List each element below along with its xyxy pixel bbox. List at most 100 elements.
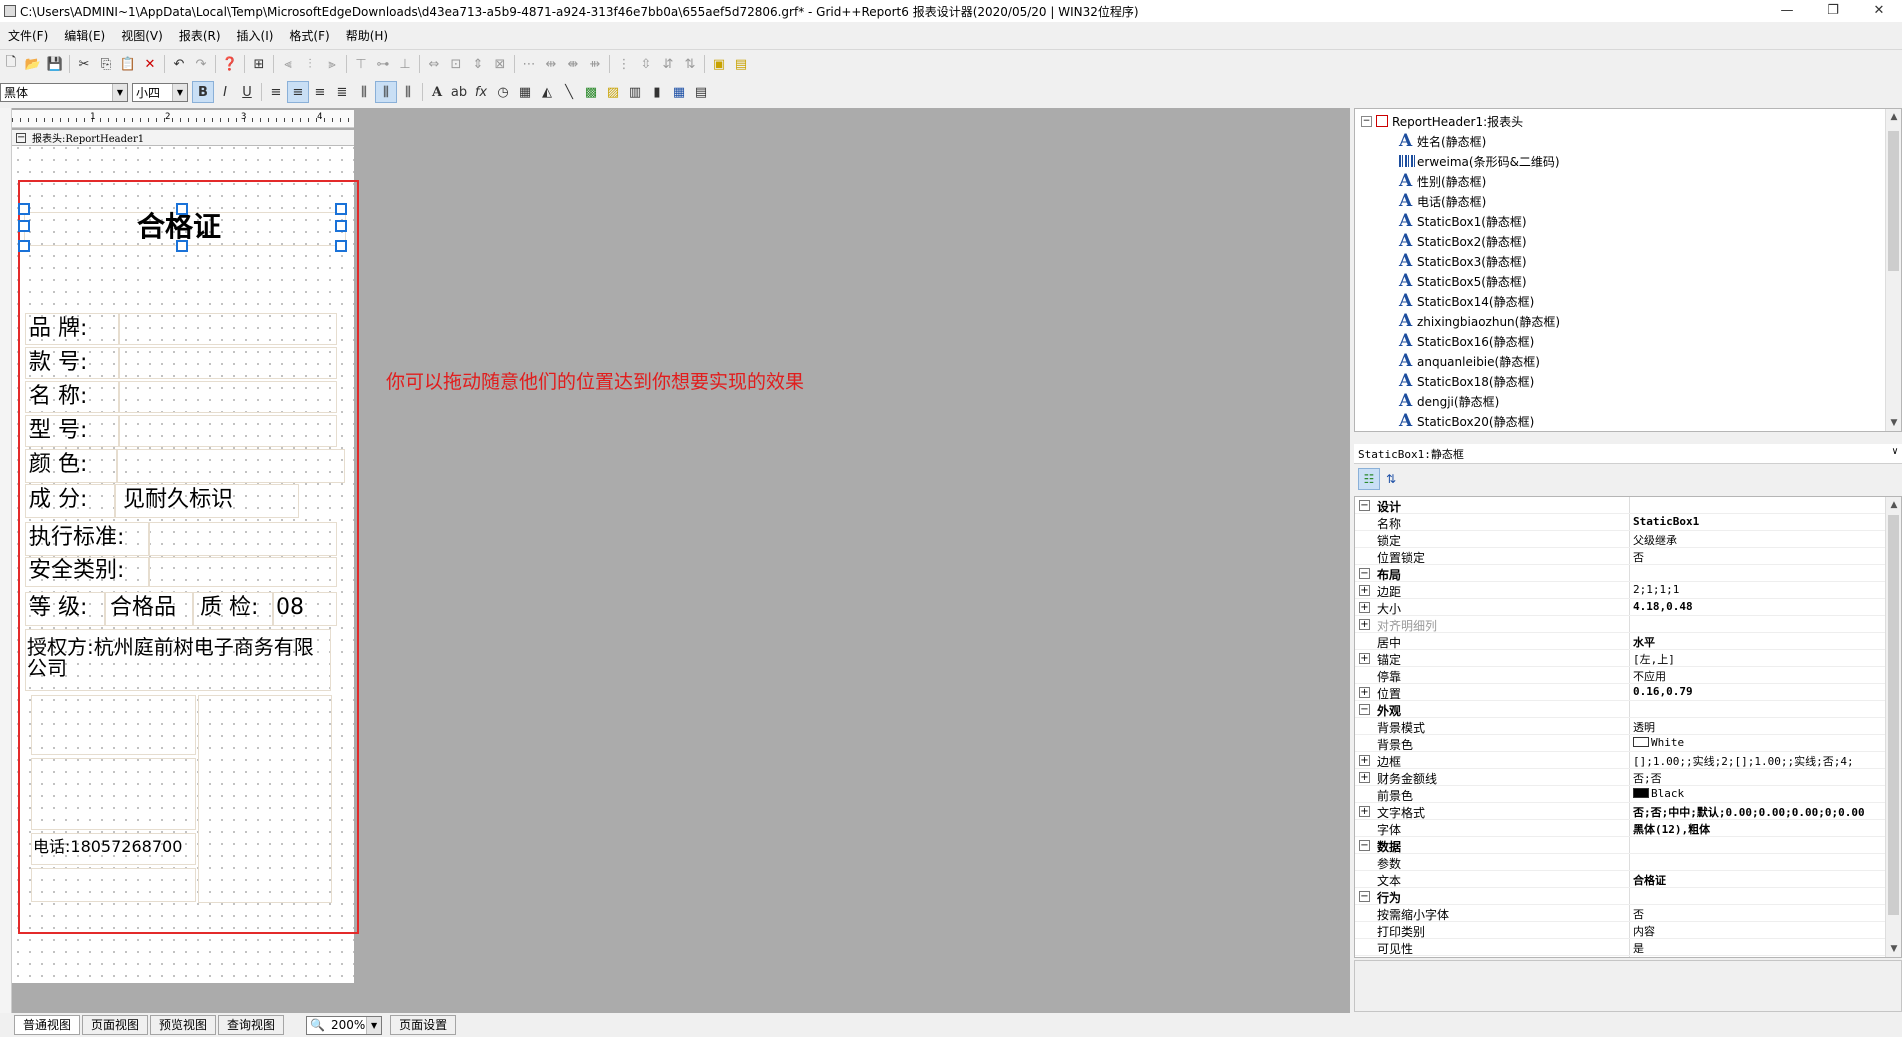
tab-preview-view[interactable]: 预览视图 bbox=[150, 1015, 217, 1035]
tree-item[interactable]: Azhixingbiaozhun(静态框) bbox=[1399, 311, 1560, 331]
tab-query-view[interactable]: 查询视图 bbox=[218, 1015, 285, 1035]
tree-item[interactable]: Adengji(静态框) bbox=[1399, 391, 1499, 411]
menu-file[interactable]: 文件(F) bbox=[0, 26, 56, 46]
menu-view[interactable]: 视图(V) bbox=[113, 26, 171, 46]
collapse-icon[interactable]: − bbox=[1359, 500, 1370, 511]
minimize-button[interactable]: — bbox=[1764, 0, 1810, 22]
v-space-inc-icon[interactable]: ⇳ bbox=[635, 53, 657, 75]
maximize-button[interactable]: ❐ bbox=[1810, 0, 1856, 22]
collapse-icon[interactable]: − bbox=[16, 132, 26, 143]
same-both-icon[interactable]: ⊠ bbox=[489, 53, 511, 75]
italic-button[interactable]: I bbox=[214, 81, 236, 103]
tree-item[interactable]: A StaticBox14(静态框) bbox=[1399, 291, 1534, 311]
property-value[interactable]: 否;否 bbox=[1633, 770, 1662, 786]
scroll-thumb[interactable] bbox=[1888, 131, 1899, 271]
property-value[interactable]: [];1.00;;实线;2;[];1.00;;实线;否;4; bbox=[1633, 753, 1854, 769]
h-space-remove-icon[interactable]: ⇻ bbox=[584, 53, 606, 75]
expand-icon[interactable]: + bbox=[1359, 602, 1370, 613]
property-value[interactable]: 0.16,0.79 bbox=[1633, 685, 1693, 698]
property-row[interactable]: 打印类别 内容 bbox=[1355, 922, 1885, 939]
close-button[interactable]: ✕ bbox=[1856, 0, 1902, 22]
h-space-equal-icon[interactable]: ⋯ bbox=[518, 53, 540, 75]
blank-cell[interactable] bbox=[31, 868, 196, 902]
property-value[interactable]: 黑体(12),粗体 bbox=[1633, 821, 1710, 837]
value-cell[interactable] bbox=[119, 381, 337, 413]
scroll-thumb[interactable] bbox=[1888, 515, 1899, 915]
expand-icon[interactable]: + bbox=[1359, 653, 1370, 664]
property-row[interactable]: 字体 黑体(12),粗体 bbox=[1355, 820, 1885, 837]
text-align-center-icon[interactable]: ≡ bbox=[287, 81, 309, 103]
value-cell[interactable] bbox=[119, 347, 337, 379]
property-row[interactable]: 锁定 父级继承 bbox=[1355, 531, 1885, 548]
menu-format[interactable]: 格式(F) bbox=[281, 26, 337, 46]
underline-button[interactable]: U bbox=[236, 81, 258, 103]
tree-item[interactable]: A 姓名(静态框) bbox=[1399, 131, 1486, 151]
resize-handle[interactable] bbox=[18, 220, 30, 232]
property-value[interactable]: White bbox=[1633, 736, 1684, 749]
free-grid-icon[interactable]: ▤ bbox=[690, 81, 712, 103]
property-row[interactable]: 位置锁定 否 bbox=[1355, 548, 1885, 565]
property-value[interactable]: StaticBox1 bbox=[1633, 515, 1699, 528]
collapse-icon[interactable]: − bbox=[1359, 568, 1370, 579]
expand-icon[interactable]: + bbox=[1359, 772, 1370, 783]
scroll-down-icon[interactable]: ▼ bbox=[1886, 415, 1901, 431]
bring-front-icon[interactable]: ▣ bbox=[708, 53, 730, 75]
align-right-icon[interactable]: ⫸ bbox=[321, 53, 343, 75]
h-space-inc-icon[interactable]: ⇹ bbox=[540, 53, 562, 75]
expand-icon[interactable]: + bbox=[1359, 687, 1370, 698]
property-row[interactable]: 背景模式 透明 bbox=[1355, 718, 1885, 735]
delete-icon[interactable]: ✕ bbox=[139, 53, 161, 75]
zoom-select[interactable]: 🔍 200% ▼ bbox=[306, 1015, 383, 1035]
tree-item[interactable]: erweima(条形码&二维码) bbox=[1399, 151, 1560, 171]
collapse-icon[interactable]: − bbox=[1361, 115, 1372, 127]
property-object-select[interactable]: StaticBox1:静态框 ∨ bbox=[1354, 444, 1902, 464]
property-row[interactable]: 按需缩小字体 否 bbox=[1355, 905, 1885, 922]
property-value[interactable]: 合格证 bbox=[1633, 872, 1666, 888]
property-value[interactable]: 2;1;1;1 bbox=[1633, 583, 1679, 596]
summary-box-icon[interactable]: ▦ bbox=[514, 81, 536, 103]
property-category[interactable]: − 外观 bbox=[1355, 701, 1885, 718]
rich-text-icon[interactable]: ▩ bbox=[580, 81, 602, 103]
picture-box-icon[interactable]: ▨ bbox=[602, 81, 624, 103]
tree-item[interactable]: A StaticBox18(静态框) bbox=[1399, 371, 1534, 391]
property-category[interactable]: − 数据 bbox=[1355, 837, 1885, 854]
expand-icon[interactable]: + bbox=[1359, 619, 1370, 630]
value-cell[interactable] bbox=[119, 415, 337, 447]
expand-icon[interactable]: + bbox=[1359, 755, 1370, 766]
align-top-icon[interactable]: ⊤ bbox=[350, 53, 372, 75]
chart-icon[interactable]: ▮ bbox=[646, 81, 668, 103]
text-align-left-icon[interactable]: ≡ bbox=[265, 81, 287, 103]
tree-item[interactable]: A StaticBox2(静态框) bbox=[1399, 231, 1527, 251]
property-value[interactable]: 否 bbox=[1633, 549, 1644, 565]
collapse-icon[interactable]: − bbox=[1359, 704, 1370, 715]
align-bottom-icon[interactable]: ⊥ bbox=[394, 53, 416, 75]
paste-icon[interactable]: 📋 bbox=[117, 53, 139, 75]
blank-cell[interactable] bbox=[31, 758, 196, 830]
sub-report-icon[interactable]: ▦ bbox=[668, 81, 690, 103]
property-row[interactable]: + 对齐明细列 bbox=[1355, 616, 1885, 633]
resize-handle[interactable] bbox=[335, 203, 347, 215]
tree-item[interactable]: Aanquanleibie(静态框) bbox=[1399, 351, 1540, 371]
property-value[interactable]: 是 bbox=[1633, 940, 1644, 956]
line-icon[interactable]: ╲ bbox=[558, 81, 580, 103]
static-text-icon[interactable]: A bbox=[426, 81, 448, 103]
help-icon[interactable]: ❓ bbox=[219, 53, 241, 75]
grid-icon[interactable]: ⊞ bbox=[248, 53, 270, 75]
tree-scrollbar[interactable]: ▲ ▼ bbox=[1885, 109, 1901, 431]
value-cell[interactable] bbox=[149, 557, 337, 587]
property-row[interactable]: + 位置 0.16,0.79 bbox=[1355, 684, 1885, 701]
resize-handle[interactable] bbox=[335, 220, 347, 232]
property-row[interactable]: + 文字格式 否;否;中中;默认;0.00;0.00;0.00;0;0.00 bbox=[1355, 803, 1885, 820]
redo-icon[interactable]: ↷ bbox=[190, 53, 212, 75]
property-category[interactable]: − 布局 bbox=[1355, 565, 1885, 582]
value-cell[interactable] bbox=[119, 313, 337, 345]
menu-insert[interactable]: 插入(I) bbox=[229, 26, 282, 46]
tree-root[interactable]: − ReportHeader1:报表头 bbox=[1361, 111, 1523, 131]
property-row[interactable]: 停靠 不应用 bbox=[1355, 667, 1885, 684]
collapse-icon[interactable]: − bbox=[1359, 840, 1370, 851]
expand-icon[interactable]: + bbox=[1359, 806, 1370, 817]
resize-handle[interactable] bbox=[18, 240, 30, 252]
text-align-right-icon[interactable]: ≡ bbox=[309, 81, 331, 103]
property-value[interactable]: 父级继承 bbox=[1633, 532, 1677, 548]
menu-help[interactable]: 帮助(H) bbox=[338, 26, 396, 46]
